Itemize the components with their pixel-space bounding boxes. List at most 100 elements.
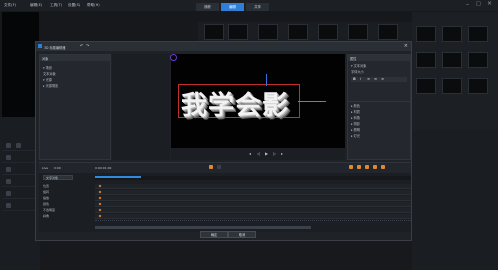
library-thumb[interactable] — [442, 26, 462, 42]
prop-light[interactable]: ▸ 灯光 — [351, 133, 360, 138]
keyframe-tool-icon[interactable] — [373, 165, 377, 169]
keyframe-marker[interactable] — [98, 196, 102, 200]
library-thumb[interactable] — [468, 52, 488, 68]
track-row[interactable] — [95, 214, 411, 219]
play-icon[interactable]: ▶ — [265, 151, 268, 156]
library-thumb[interactable] — [468, 26, 488, 42]
keyframe-marker[interactable] — [98, 184, 102, 188]
3d-title-text[interactable]: 我学会影 — [181, 85, 289, 122]
skip-forward-icon[interactable]: ▸ — [281, 151, 283, 156]
keyframe-marker[interactable] — [98, 208, 102, 212]
track-row[interactable] — [95, 208, 411, 213]
dialog-title: 3D 标题编辑器 — [44, 45, 66, 50]
tree-item-scene[interactable]: ▾ 场景 — [43, 65, 52, 70]
player-controls — [0, 117, 40, 270]
track-overlay-icon[interactable] — [6, 167, 11, 172]
props-header: 属性 — [350, 57, 357, 61]
object-dropdown[interactable]: 文字对象 — [43, 175, 73, 180]
keyframe-tool-icon[interactable] — [349, 165, 353, 169]
track-label-opacity: 不透明度 — [43, 208, 56, 212]
ok-button[interactable]: 确定 — [200, 231, 228, 238]
cancel-button[interactable]: 取消 — [228, 231, 256, 238]
tab-share[interactable]: 共享 — [246, 3, 269, 11]
track-title-icon[interactable] — [6, 179, 11, 184]
tree-item-light[interactable]: ▾ 光源 — [43, 77, 52, 82]
add-keyframe-icon[interactable] — [209, 165, 213, 169]
keyframe-tool-icon[interactable] — [381, 165, 385, 169]
align-left-icon[interactable]: ≡ — [367, 77, 370, 81]
italic-icon[interactable]: I — [360, 77, 361, 81]
library-thumb[interactable] — [416, 78, 436, 94]
stop-icon[interactable] — [16, 143, 21, 148]
track-row[interactable] — [95, 196, 411, 201]
track-row[interactable] — [95, 184, 411, 189]
timeline-ruler[interactable] — [95, 176, 411, 180]
keyframe-marker[interactable] — [98, 190, 102, 194]
remove-keyframe-icon[interactable] — [217, 165, 221, 169]
prop-text-object[interactable]: ▾ 文本对象 — [351, 63, 366, 68]
library-thumb[interactable] — [468, 78, 488, 94]
prop-bevel[interactable]: ▸ 斜角 — [351, 115, 360, 120]
keyframe-marker[interactable] — [98, 202, 102, 206]
timeline-scrollbar[interactable] — [95, 226, 311, 229]
track-video-icon[interactable] — [6, 155, 11, 160]
skip-back-icon[interactable]: ◂ — [249, 151, 251, 156]
library-thumb[interactable] — [348, 24, 368, 40]
tab-edit[interactable]: 编辑 — [221, 3, 244, 11]
keyframe-marker[interactable] — [98, 214, 102, 218]
track-row[interactable] — [95, 190, 411, 195]
tree-header: 对象 — [42, 57, 49, 61]
redo-icon[interactable]: ↷ — [86, 43, 89, 48]
keyframe-tool-icon[interactable] — [357, 165, 361, 169]
playback-controls: ◂ ◁ ▶ ▷ ▸ — [171, 148, 345, 160]
library-thumb[interactable] — [204, 24, 224, 40]
library-thumb[interactable] — [228, 24, 248, 40]
menu-edit[interactable]: 编辑(E) — [30, 3, 42, 8]
undo-icon[interactable]: ↶ — [80, 43, 83, 48]
library-thumb[interactable] — [258, 24, 278, 40]
library-thumb[interactable] — [318, 24, 338, 40]
library-thumb[interactable] — [378, 24, 398, 40]
align-center-icon[interactable]: ≡ — [374, 77, 377, 81]
track-label-scale: 缩放 — [43, 196, 50, 200]
media-library — [412, 12, 498, 130]
menu-help[interactable]: 帮助(H) — [87, 3, 100, 8]
menu-bar: 文件(F) 编辑(E) 工具(T) 设置(S) 帮助(H) 捕获 编辑 共享 –… — [0, 0, 498, 11]
library-thumb[interactable] — [442, 78, 462, 94]
maximize-icon[interactable]: □ — [476, 1, 481, 7]
next-frame-icon[interactable]: ▷ — [273, 151, 276, 156]
bold-icon[interactable]: B — [353, 77, 356, 81]
menu-tools[interactable]: 工具(T) — [50, 3, 62, 8]
prev-frame-icon[interactable]: ◁ — [257, 151, 260, 156]
tree-item-light-shadow[interactable]: ▸ 光源阴影 — [43, 83, 58, 88]
library-thumb[interactable] — [416, 26, 436, 42]
keyframe-timeline: Live 0:00 0:00:01:00 文字对象 位置 旋转 缩放 颜色 不透… — [39, 162, 411, 232]
track-voice-icon[interactable] — [6, 191, 11, 196]
prop-color[interactable]: ▸ 颜色 — [351, 103, 360, 108]
y-axis-handle[interactable] — [266, 74, 267, 86]
keyframe-tool-icon[interactable] — [365, 165, 369, 169]
x-axis-handle[interactable] — [298, 101, 326, 102]
track-music-icon[interactable] — [6, 203, 11, 208]
align-right-icon[interactable]: ≡ — [381, 77, 384, 81]
prop-lighting[interactable]: ▸ 照明 — [351, 127, 360, 132]
library-thumb[interactable] — [416, 52, 436, 68]
play-icon[interactable] — [6, 143, 11, 148]
tab-capture[interactable]: 捕获 — [196, 3, 219, 11]
library-thumb[interactable] — [288, 24, 308, 40]
close-icon[interactable]: × — [487, 0, 492, 7]
live-label: Live — [42, 166, 49, 170]
menu-settings[interactable]: 设置(S) — [68, 3, 80, 8]
prop-material[interactable]: ▸ 材质 — [351, 109, 360, 114]
menu-file[interactable]: 文件(F) — [4, 3, 16, 8]
time-readout: 0:00:01:00 — [95, 166, 112, 170]
minimize-icon[interactable]: – — [466, 1, 469, 8]
library-thumb[interactable] — [442, 52, 462, 68]
prop-shadow[interactable]: ▸ 阴影 — [351, 121, 360, 126]
tree-item-text[interactable]: 文本对象 — [43, 71, 56, 76]
main-timeline — [40, 241, 412, 270]
dialog-close-icon[interactable]: × — [404, 43, 408, 49]
prop-font-size[interactable]: 字体大小 — [351, 69, 364, 74]
timeline-playhead[interactable] — [95, 176, 141, 178]
track-row[interactable] — [95, 202, 411, 207]
